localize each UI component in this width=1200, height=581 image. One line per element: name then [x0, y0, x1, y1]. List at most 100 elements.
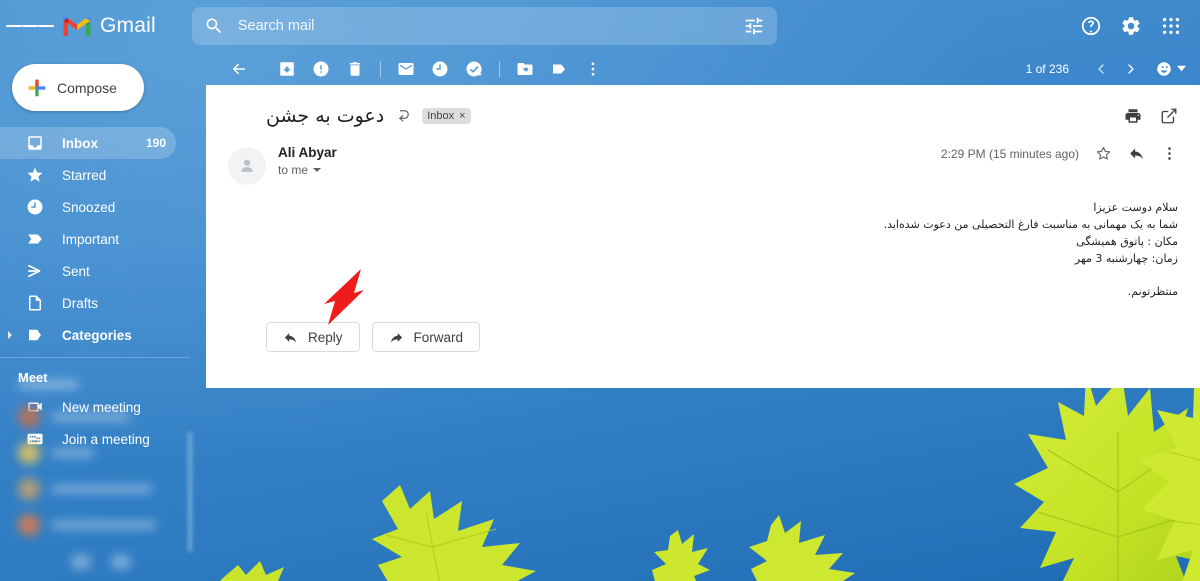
search-options-icon[interactable]	[743, 15, 765, 37]
apps-grid-icon[interactable]	[1160, 15, 1182, 37]
more-vertical-icon[interactable]	[1161, 145, 1178, 162]
maple-leaf-medium	[370, 485, 560, 581]
sidebar-item-label: Starred	[62, 167, 107, 183]
sidebar-item-label: Inbox	[62, 135, 98, 151]
sender-info: Ali Abyar to me	[278, 145, 337, 177]
input-tools-button[interactable]	[1147, 60, 1186, 78]
reply-button-label: Reply	[308, 329, 343, 345]
sidebar-divider	[0, 357, 190, 358]
nav-list: Inbox 190 Starred Snoozed Important Sent…	[0, 127, 206, 351]
page-title: دعوت به جشن	[266, 105, 385, 127]
forward-button-label: Forward	[413, 329, 464, 345]
top-header: Gmail	[0, 0, 1200, 52]
gear-icon[interactable]	[1120, 15, 1142, 37]
message-meta: 2:29 PM (15 minutes ago)	[941, 145, 1184, 162]
help-icon[interactable]	[1080, 15, 1102, 37]
sidebar-item-label: Categories	[62, 327, 132, 343]
chevron-down-icon	[1177, 65, 1186, 72]
gmail-logo-icon	[63, 16, 91, 36]
labels-icon[interactable]	[542, 54, 576, 84]
search-icon	[206, 18, 221, 34]
person-avatar-icon	[241, 159, 253, 172]
sidebar-item-snoozed[interactable]: Snoozed	[0, 191, 176, 223]
message-timestamp: 2:29 PM (15 minutes ago)	[940, 146, 1079, 161]
toolbar-right: 1 of 236	[1026, 55, 1200, 83]
sidebar-item-label: Sent	[62, 263, 90, 279]
sidebar-item-inbox[interactable]: Inbox 190	[0, 127, 176, 159]
avatar[interactable]	[228, 147, 266, 185]
gmail-logo[interactable]: Gmail	[62, 14, 156, 38]
app-name: Gmail	[100, 14, 156, 37]
body-line: شما به یک مهمانی به مناسبت فارغ التحصیلی…	[883, 218, 1178, 232]
clock-icon	[27, 199, 43, 215]
draft-icon	[29, 295, 41, 311]
search-input[interactable]	[237, 18, 729, 34]
sidebar-item-important[interactable]: Important	[0, 223, 176, 255]
important-marker-icon	[28, 234, 42, 244]
sidebar-item-label: Important	[62, 231, 120, 247]
print-preview-icon	[398, 110, 410, 122]
move-to-icon[interactable]	[508, 54, 542, 84]
send-icon	[28, 264, 41, 278]
message-body: سلام دوست عزیزا شما به یک مهمانی به مناس…	[206, 185, 1200, 300]
chevron-left-icon[interactable]	[1087, 55, 1115, 83]
archive-icon[interactable]	[270, 54, 304, 84]
body-closing: منتظرتونم.	[1127, 285, 1178, 299]
star-outline-icon[interactable]	[1095, 145, 1112, 162]
label-chip-text: Inbox	[427, 110, 455, 122]
subject-row: دعوت به جشن Inbox ×	[206, 85, 1200, 127]
sidebar-scrollbar[interactable]	[188, 432, 192, 552]
maple-leaf-small-b	[745, 515, 855, 581]
sidebar-item-drafts[interactable]: Drafts	[0, 287, 176, 319]
input-tools-icon	[1157, 61, 1171, 76]
body-line: مکان : پاتوق همیشگی	[1076, 235, 1178, 249]
recipient-dropdown[interactable]: to me	[278, 163, 337, 177]
sidebar-item-label: Drafts	[62, 295, 99, 311]
body-line: سلام دوست عزیزا	[1093, 201, 1178, 214]
recipient-label: to me	[278, 163, 309, 177]
label-icon	[29, 329, 41, 341]
close-icon[interactable]: ×	[459, 110, 465, 122]
reply-arrow-icon	[284, 332, 297, 343]
sidebar-item-label: Snoozed	[62, 199, 116, 215]
sidebar-item-sent[interactable]: Sent	[0, 255, 176, 287]
toolbar-divider	[499, 60, 500, 77]
panel-header-actions	[1124, 107, 1184, 125]
more-options-icon[interactable]	[576, 54, 610, 84]
maple-leaf-small-c	[216, 555, 296, 581]
open-in-new-window-icon[interactable]	[1160, 107, 1178, 125]
inbox-icon	[28, 136, 42, 150]
plus-icon	[28, 79, 46, 96]
chevron-right-icon[interactable]	[1117, 55, 1145, 83]
reply-button[interactable]: Reply	[266, 322, 360, 353]
sidebar-item-starred[interactable]: Starred	[0, 159, 176, 191]
back-arrow-icon[interactable]	[222, 54, 256, 84]
forward-arrow-icon	[390, 332, 402, 343]
reply-icon[interactable]	[1128, 145, 1145, 162]
message-toolbar: 1 of 236	[206, 52, 1200, 85]
delete-icon[interactable]	[338, 54, 372, 84]
body-line: زمان: چهارشنبه 3 مهر	[1074, 252, 1178, 266]
search-bar[interactable]	[191, 7, 777, 45]
maple-leaf-small-a	[650, 530, 710, 581]
report-spam-icon[interactable]	[304, 54, 338, 84]
pager-text: 1 of 236	[1025, 61, 1069, 76]
print-icon[interactable]	[1124, 107, 1142, 125]
header-actions	[1080, 15, 1200, 37]
hamburger-icon[interactable]	[6, 2, 54, 50]
add-to-tasks-icon[interactable]	[457, 54, 491, 84]
compose-button[interactable]: Compose	[12, 64, 144, 111]
mark-unread-icon[interactable]	[389, 54, 423, 84]
sidebar-item-categories[interactable]: Categories	[0, 319, 176, 351]
message-panel: دعوت به جشن Inbox × Ali Abyar to me 2:29…	[206, 85, 1200, 388]
snooze-icon[interactable]	[423, 54, 457, 84]
maple-leaf-right-edge	[1135, 360, 1200, 581]
chat-contacts-blurred	[0, 372, 206, 569]
label-chip[interactable]: Inbox ×	[422, 108, 471, 124]
chevron-down-icon	[313, 168, 322, 172]
forward-button[interactable]: Forward	[371, 322, 481, 353]
chevron-right-icon[interactable]	[8, 331, 12, 339]
sender-name: Ali Abyar	[278, 145, 337, 160]
compose-label: Compose	[57, 79, 117, 96]
